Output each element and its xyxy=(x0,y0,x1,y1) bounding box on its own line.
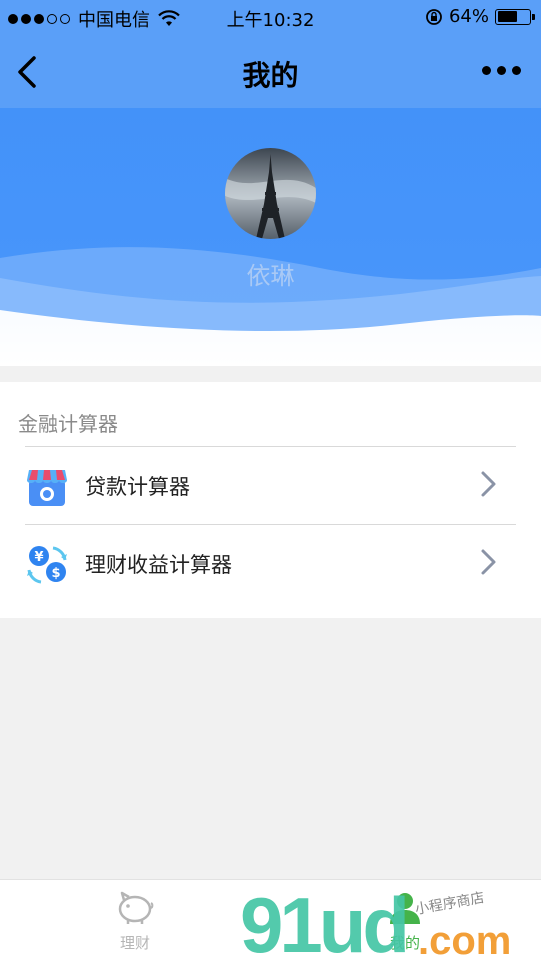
investment-calculator-row[interactable]: ¥ $ 理财收益计算器 xyxy=(25,524,516,602)
battery-percent: 64% xyxy=(448,6,489,27)
avatar-photo xyxy=(225,148,316,239)
tab-mine-label: 我的 xyxy=(389,934,420,952)
piggy-bank-icon xyxy=(118,891,154,924)
shop-icon xyxy=(27,469,67,506)
status-right: 64% xyxy=(425,6,535,27)
chevron-right-icon xyxy=(481,471,496,497)
svg-text:$: $ xyxy=(51,566,60,581)
username: 依琳 xyxy=(246,262,295,290)
investment-calculator-label: 理财收益计算器 xyxy=(85,552,232,577)
page-title: 我的 xyxy=(242,59,299,92)
battery-fill xyxy=(497,11,518,22)
section-title: 金融计算器 xyxy=(18,412,118,436)
finance-calculator-section: 金融计算器 贷款计算器 ¥ $ 理财收益计算器 xyxy=(0,382,541,618)
avatar[interactable] xyxy=(225,148,316,239)
tab-mine[interactable]: 我的 xyxy=(365,890,445,953)
tab-bar: 理财 我的 xyxy=(0,879,541,960)
tab-finance[interactable]: 理财 xyxy=(95,890,175,953)
loan-calculator-label: 贷款计算器 xyxy=(85,474,190,499)
more-dots-icon[interactable] xyxy=(482,66,521,75)
user-icon xyxy=(390,893,420,924)
status-bar: 中国电信 上午10:32 64% xyxy=(0,0,541,36)
profile-header: 依琳 xyxy=(0,108,541,366)
chevron-right-icon xyxy=(481,549,496,575)
svg-text:¥: ¥ xyxy=(34,550,43,565)
currency-exchange-icon: ¥ $ xyxy=(27,545,67,583)
nav-bar: 我的 xyxy=(0,36,541,108)
loan-calculator-row[interactable]: 贷款计算器 xyxy=(25,446,516,524)
tab-finance-label: 理财 xyxy=(119,934,150,952)
rotation-lock-icon xyxy=(426,8,442,25)
battery-icon xyxy=(495,8,535,25)
